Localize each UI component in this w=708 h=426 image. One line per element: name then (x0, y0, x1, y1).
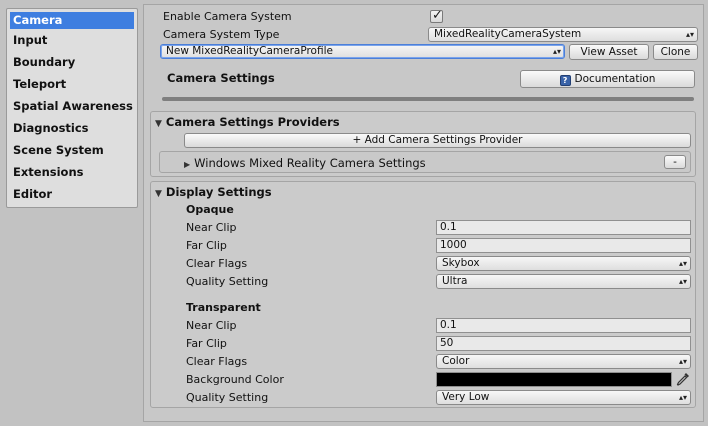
sidebar-item-editor[interactable]: Editor (7, 183, 137, 205)
opaque-heading: Opaque (186, 203, 234, 216)
sidebar-item-scene-system[interactable]: Scene System (7, 139, 137, 161)
transparent-clear-flags-dropdown[interactable]: Color ▴▾ (436, 354, 691, 369)
provider-item: ▶ Windows Mixed Reality Camera Settings - (159, 151, 691, 173)
opaque-far-clip-input[interactable]: 1000 (436, 238, 691, 253)
provider-item-label: Windows Mixed Reality Camera Settings (194, 156, 426, 170)
transparent-background-color-swatch[interactable] (436, 372, 672, 387)
provider-foldout[interactable]: ▶ Windows Mixed Reality Camera Settings (184, 156, 426, 170)
transparent-far-clip-input[interactable]: 50 (436, 336, 691, 351)
sidebar-item-teleport[interactable]: Teleport (7, 73, 137, 95)
transparent-near-clip-input[interactable]: 0.1 (436, 318, 691, 333)
enable-camera-system-label: Enable Camera System (163, 10, 292, 23)
dropdown-arrow-icon: ▴▾ (685, 30, 694, 39)
foldout-expanded-icon: ▼ (155, 119, 162, 129)
transparent-near-clip-label: Near Clip (186, 319, 237, 332)
opaque-far-clip-label: Far Clip (186, 239, 227, 252)
camera-profile-panel: Enable Camera System ✓ Camera System Typ… (143, 4, 704, 422)
camera-profile-dropdown[interactable]: New MixedRealityCameraProfile ▴▾ (160, 44, 565, 59)
dropdown-arrow-icon: ▴▾ (678, 357, 687, 366)
camera-system-type-label: Camera System Type (163, 28, 280, 41)
sidebar-item-camera[interactable]: Camera (10, 12, 134, 29)
dropdown-arrow-icon: ▴▾ (678, 259, 687, 268)
sidebar-item-extensions[interactable]: Extensions (7, 161, 137, 183)
camera-system-type-dropdown[interactable]: MixedRealityCameraSystem ▴▾ (428, 27, 698, 42)
camera-settings-providers-section: ▼ Camera Settings Providers + Add Camera … (150, 111, 696, 177)
camera-settings-providers-title[interactable]: ▼ Camera Settings Providers (155, 115, 340, 129)
foldout-expanded-icon: ▼ (155, 189, 162, 199)
camera-system-type-value: MixedRealityCameraSystem (434, 28, 582, 40)
profile-sidebar: Camera Input Boundary Teleport Spatial A… (6, 8, 138, 208)
opaque-quality-setting-value: Ultra (442, 275, 468, 287)
view-asset-button[interactable]: View Asset (569, 44, 649, 60)
transparent-quality-setting-dropdown[interactable]: Very Low ▴▾ (436, 390, 691, 405)
foldout-collapsed-icon: ▶ (184, 160, 191, 169)
transparent-heading: Transparent (186, 301, 261, 314)
opaque-quality-setting-label: Quality Setting (186, 275, 269, 288)
camera-settings-providers-label: Camera Settings Providers (165, 115, 340, 129)
transparent-background-color-label: Background Color (186, 373, 284, 386)
add-camera-settings-provider-button[interactable]: + Add Camera Settings Provider (184, 133, 691, 148)
opaque-near-clip-label: Near Clip (186, 221, 237, 234)
transparent-far-clip-label: Far Clip (186, 337, 227, 350)
sidebar-item-spatial-awareness[interactable]: Spatial Awareness (7, 95, 137, 117)
clone-button[interactable]: Clone (653, 44, 698, 60)
transparent-quality-setting-value: Very Low (442, 391, 490, 403)
opaque-quality-setting-dropdown[interactable]: Ultra ▴▾ (436, 274, 691, 289)
checkmark-icon: ✓ (432, 8, 443, 23)
sidebar-item-input[interactable]: Input (7, 29, 137, 51)
eyedropper-icon[interactable] (675, 371, 691, 387)
help-book-icon: ? (559, 75, 571, 86)
opaque-clear-flags-dropdown[interactable]: Skybox ▴▾ (436, 256, 691, 271)
display-settings-section: ▼ Display Settings Opaque Near Clip 0.1 F… (150, 181, 696, 408)
dropdown-arrow-icon: ▴▾ (552, 47, 561, 56)
camera-settings-title: Camera Settings (167, 71, 275, 85)
sidebar-item-boundary[interactable]: Boundary (7, 51, 137, 73)
opaque-clear-flags-value: Skybox (442, 257, 480, 269)
transparent-clear-flags-value: Color (442, 355, 470, 367)
transparent-quality-setting-label: Quality Setting (186, 391, 269, 404)
enable-camera-system-checkbox[interactable]: ✓ (430, 8, 443, 23)
remove-provider-button[interactable]: - (664, 155, 686, 169)
opaque-near-clip-input[interactable]: 0.1 (436, 220, 691, 235)
display-settings-title[interactable]: ▼ Display Settings (155, 185, 272, 199)
dropdown-arrow-icon: ▴▾ (678, 393, 687, 402)
documentation-label: Documentation (574, 73, 656, 85)
sidebar-item-diagnostics[interactable]: Diagnostics (7, 117, 137, 139)
documentation-button[interactable]: ? Documentation (520, 70, 695, 88)
header-divider (162, 97, 694, 101)
display-settings-label: Display Settings (165, 185, 272, 199)
dropdown-arrow-icon: ▴▾ (678, 277, 687, 286)
opaque-clear-flags-label: Clear Flags (186, 257, 248, 270)
transparent-clear-flags-label: Clear Flags (186, 355, 248, 368)
camera-profile-value: New MixedRealityCameraProfile (166, 45, 333, 57)
